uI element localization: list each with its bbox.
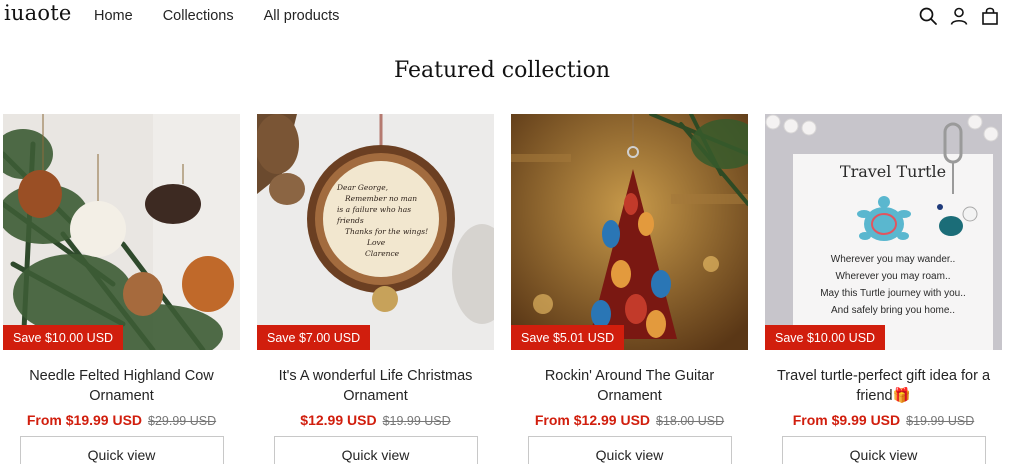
product-image[interactable]: Save $10.00 USD bbox=[3, 114, 240, 350]
sale-price: From $19.99 USD bbox=[26, 412, 143, 428]
letter-text: Dear George, Remember no man is a failur… bbox=[337, 183, 429, 258]
turtle-card-text: Travel Turtle Wherever you may wander.. … bbox=[820, 162, 966, 316]
product-title[interactable]: Rockin' Around The Guitar Ornament bbox=[511, 366, 748, 408]
sale-badge: Save $10.00 USD bbox=[765, 325, 886, 350]
compare-price: $29.99 USD bbox=[148, 414, 217, 428]
cart-icon[interactable] bbox=[980, 6, 1000, 26]
sale-badge: Save $10.00 USD bbox=[3, 325, 124, 350]
sale-price: $12.99 USD bbox=[300, 412, 377, 428]
product-title[interactable]: It's A wonderful Life Christmas Ornament bbox=[257, 366, 494, 408]
nav-home[interactable]: Home bbox=[94, 8, 133, 24]
quick-view-button[interactable]: Quick view bbox=[527, 436, 732, 464]
nav-collections[interactable]: Collections bbox=[163, 8, 234, 24]
guitar-ornament-photo bbox=[511, 114, 748, 350]
product-card[interactable]: Dear George, Remember no man is a failur… bbox=[257, 114, 494, 464]
compare-price: $18.00 USD bbox=[656, 414, 725, 428]
header-icons bbox=[918, 6, 1000, 26]
quick-view-button[interactable]: Quick view bbox=[273, 436, 478, 464]
store-logo[interactable]: iuaote bbox=[4, 1, 71, 25]
quick-view-button[interactable]: Quick view bbox=[781, 436, 986, 464]
product-image[interactable]: Save $5.01 USD bbox=[511, 114, 748, 350]
product-image[interactable]: Dear George, Remember no man is a failur… bbox=[257, 114, 494, 350]
product-card[interactable]: Save $10.00 USD Needle Felted Highland C… bbox=[3, 114, 240, 464]
sale-badge: Save $5.01 USD bbox=[511, 325, 625, 350]
main-nav: Home Collections All products bbox=[94, 8, 369, 24]
product-price: $12.99 USD $19.99 USD bbox=[257, 412, 494, 428]
sale-badge: Save $7.00 USD bbox=[257, 325, 371, 350]
product-price: From $9.99 USD $19.99 USD bbox=[765, 412, 1002, 428]
product-card[interactable]: Save $5.01 USD Rockin' Around The Guitar… bbox=[511, 114, 748, 464]
account-icon[interactable] bbox=[949, 6, 969, 26]
featured-collection-title: Featured collection bbox=[393, 58, 611, 83]
compare-price: $19.99 USD bbox=[382, 414, 451, 428]
product-title[interactable]: Needle Felted Highland Cow Ornament bbox=[3, 366, 240, 408]
highland-cow-ornament-photo bbox=[3, 114, 240, 350]
quick-view-button[interactable]: Quick view bbox=[19, 436, 224, 464]
product-price: From $12.99 USD $18.00 USD bbox=[511, 412, 748, 428]
product-card[interactable]: Travel Turtle Wherever you may wander.. … bbox=[765, 114, 1002, 464]
site-header: iuaote Home Collections All products bbox=[0, 0, 1024, 34]
search-icon[interactable] bbox=[918, 6, 938, 26]
sale-price: From $12.99 USD bbox=[534, 412, 651, 428]
product-title[interactable]: Travel turtle-perfect gift idea for a fr… bbox=[765, 366, 1002, 408]
product-image[interactable]: Travel Turtle Wherever you may wander.. … bbox=[765, 114, 1002, 350]
product-price: From $19.99 USD $29.99 USD bbox=[3, 412, 240, 428]
sale-price: From $9.99 USD bbox=[792, 412, 901, 428]
nav-all-products[interactable]: All products bbox=[264, 8, 340, 24]
compare-price: $19.99 USD bbox=[906, 414, 975, 428]
